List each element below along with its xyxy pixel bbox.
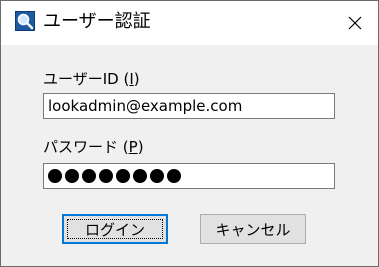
- magnifier-app-icon: [15, 11, 35, 31]
- login-button[interactable]: ログイン: [62, 214, 168, 244]
- userid-label: ユーザーID (I): [43, 70, 140, 88]
- login-dialog: ユーザー認証 ユーザーID (I) lookadmin@example.com …: [0, 0, 379, 267]
- password-input[interactable]: [43, 163, 335, 189]
- focus-indicator: [67, 219, 163, 239]
- cancel-button-label: キャンセル: [215, 220, 291, 239]
- window-title: ユーザー認証: [43, 11, 151, 32]
- cancel-button[interactable]: キャンセル: [200, 214, 306, 244]
- close-button[interactable]: [337, 7, 373, 39]
- close-icon: [348, 16, 362, 30]
- password-dot: [82, 169, 96, 183]
- password-dot: [99, 169, 113, 183]
- password-mask: [48, 169, 181, 183]
- userid-value: lookadmin@example.com: [48, 97, 243, 115]
- password-dot: [65, 169, 79, 183]
- password-dot: [133, 169, 147, 183]
- password-dot: [167, 169, 181, 183]
- title-bar[interactable]: ユーザー認証: [1, 1, 378, 45]
- password-dot: [150, 169, 164, 183]
- password-label: パスワード (P): [43, 138, 144, 156]
- userid-input[interactable]: lookadmin@example.com: [43, 93, 335, 119]
- password-dot: [116, 169, 130, 183]
- password-dot: [48, 169, 62, 183]
